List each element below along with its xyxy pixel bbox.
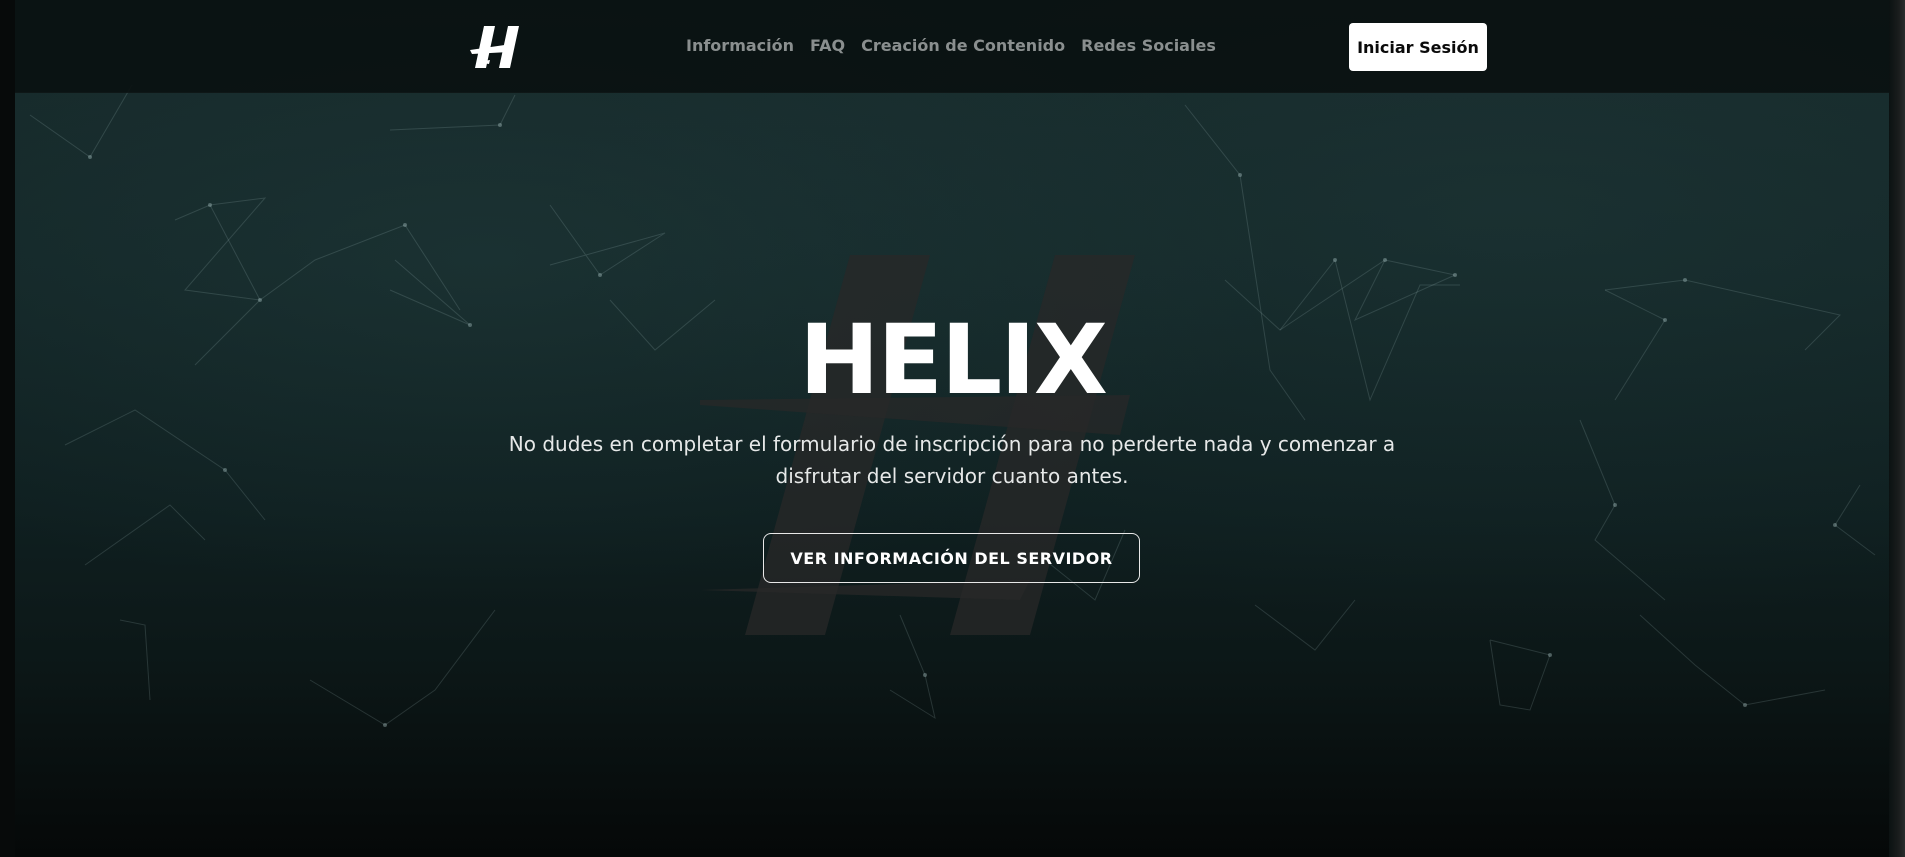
left-edge [0, 0, 15, 857]
nav-item-redes-sociales[interactable]: Redes Sociales [1081, 36, 1216, 55]
nav-links: Información FAQ Creación de Contenido Re… [686, 36, 1216, 55]
scrollbar[interactable] [1889, 0, 1905, 857]
hero-subtitle: No dudes en completar el formulario de i… [508, 432, 1396, 488]
server-info-button[interactable]: VER INFORMACIÓN DEL SERVIDOR [763, 533, 1140, 583]
login-button[interactable]: Iniciar Sesión [1349, 23, 1487, 71]
hero-title: HELIX [799, 304, 1108, 416]
helix-h-logo-icon[interactable] [470, 24, 526, 70]
page: Información FAQ Creación de Contenido Re… [0, 0, 1905, 857]
navbar: Información FAQ Creación de Contenido Re… [15, 0, 1889, 93]
nav-item-faq[interactable]: FAQ [810, 36, 845, 55]
nav-item-informacion[interactable]: Información [686, 36, 794, 55]
nav-item-creacion-de-contenido[interactable]: Creación de Contenido [861, 36, 1065, 55]
